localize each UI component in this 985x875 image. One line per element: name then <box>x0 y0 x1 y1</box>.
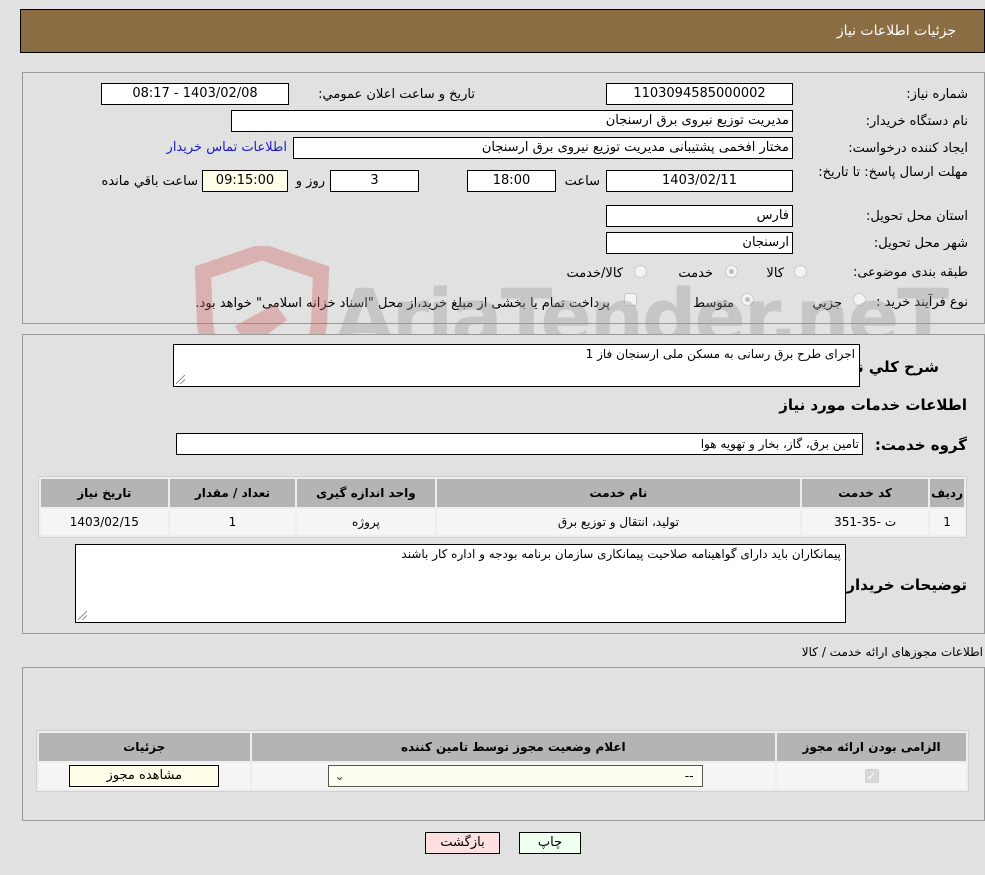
buyer-notes-textarea[interactable]: پیمانکاران باید دارای گواهینامه صلاحیت پ… <box>75 544 846 623</box>
deadline-label: مهلت ارسال پاسخ: تا تاریخ: <box>818 165 968 180</box>
view-permit-button[interactable]: مشاهده مجوز <box>69 765 220 787</box>
cell-quantity: 1 <box>169 509 296 535</box>
category-label: طبقه بندی موضوعی: <box>852 265 968 280</box>
cell-service-name: تولید، انتقال و توزیع برق <box>436 509 801 535</box>
announce-label: تاریخ و ساعت اعلان عمومي: <box>318 87 475 102</box>
services-table-header: ردیف کد خدمت نام خدمت واحد اندازه گیری ت… <box>41 479 964 507</box>
city-field: ارسنجان <box>606 232 793 254</box>
cell-unit: پروژه <box>297 509 435 535</box>
province-label: استان محل تحویل: <box>866 209 968 224</box>
services-section-title: اطلاعات خدمات مورد نیاز <box>779 396 967 414</box>
purchase-radio-minor[interactable] <box>853 293 866 306</box>
table-row: ✓ -- ⌄ مشاهده مجوز <box>39 763 966 789</box>
cell-need-date: 1403/02/15 <box>41 509 168 535</box>
print-button[interactable]: چاپ <box>519 832 581 854</box>
services-table: ردیف کد خدمت نام خدمت واحد اندازه گیری ت… <box>38 476 967 538</box>
permits-table-header: الزامی بودن ارائه مجوز اعلام وضعیت مجوز … <box>39 733 966 761</box>
col-permit-status: اعلام وضعیت مجوز توسط تامین کننده <box>251 733 776 761</box>
permit-status-value: -- <box>684 769 694 783</box>
cell-row: 1 <box>930 509 964 535</box>
table-row: 1 ت -35-351 تولید، انتقال و توزیع برق پر… <box>41 509 964 535</box>
cell-permit-required: ✓ <box>777 763 966 789</box>
city-label: شهر محل تحویل: <box>873 236 968 251</box>
announce-field: 1403/02/08 - 08:17 <box>101 83 289 105</box>
purchase-radio-medium[interactable] <box>741 293 754 306</box>
days-field: 3 <box>330 170 419 192</box>
col-service-name: نام خدمت <box>436 479 801 507</box>
buyer-contact-link[interactable]: اطلاعات تماس خریدار <box>167 140 287 155</box>
category-option-goods: کالا <box>766 266 784 281</box>
deadline-time-label: ساعت <box>564 174 600 189</box>
resize-grip-icon[interactable] <box>78 611 87 620</box>
page-header: جزئیات اطلاعات نیاز <box>20 9 985 53</box>
chevron-down-icon: ⌄ <box>334 769 345 783</box>
permit-required-checkbox: ✓ <box>864 769 879 783</box>
col-row: ردیف <box>930 479 964 507</box>
purchase-option-minor: جزیي <box>812 296 842 311</box>
page-title: جزئیات اطلاعات نیاز <box>836 23 956 39</box>
buyer-notes-label: توضیحات خریدار: <box>840 576 967 594</box>
buyer-notes-wrap: پیمانکاران باید دارای گواهینامه صلاحیت پ… <box>75 544 846 623</box>
days-label: روز و <box>295 174 325 189</box>
cell-permit-status: -- ⌄ <box>251 763 776 789</box>
deadline-date-field: 1403/02/11 <box>606 170 793 192</box>
permit-status-select[interactable]: -- ⌄ <box>327 765 703 787</box>
need-number-field: 1103094585000002 <box>606 83 793 105</box>
need-number-label: شماره نیاز: <box>906 87 968 102</box>
cell-service-code: ت -35-351 <box>802 509 929 535</box>
buyer-org-field: مدیریت توزیع نیروی برق ارسنجان <box>231 110 793 132</box>
creator-label: ایجاد کننده درخواست: <box>848 141 968 156</box>
purchase-option-medium: متوسط <box>693 296 734 311</box>
purchase-type-label: نوع فرآیند خرید : <box>876 295 968 310</box>
deadline-time-field: 18:00 <box>467 170 556 192</box>
category-option-service: خدمت <box>678 266 713 281</box>
service-group-label: گروه خدمت: <box>874 436 967 454</box>
col-permit-required: الزامی بودن ارائه مجوز <box>777 733 966 761</box>
col-unit: واحد اندازه گیری <box>297 479 435 507</box>
need-description-textarea[interactable]: اجرای طرح برق رسانی به مسکن ملی ارسنجان … <box>173 344 860 387</box>
buyer-org-label: نام دستگاه خریدار: <box>865 114 968 129</box>
need-description-wrap: اجرای طرح برق رسانی به مسکن ملی ارسنجان … <box>173 344 860 387</box>
category-radio-goods[interactable] <box>794 265 807 278</box>
cell-permit-details: مشاهده مجوز <box>39 763 250 789</box>
remaining-label: ساعت باقي مانده <box>101 174 198 189</box>
remaining-time-field: 09:15:00 <box>202 170 288 192</box>
permits-section-title: اطلاعات مجوزهای ارائه خدمت / کالا <box>801 645 983 659</box>
resize-grip-icon[interactable] <box>176 375 185 384</box>
category-radio-goods-service[interactable] <box>634 265 647 278</box>
treasury-checkbox[interactable] <box>624 293 637 306</box>
category-radio-service[interactable] <box>725 265 738 278</box>
category-option-goods-service: کالا/خدمت <box>566 266 623 281</box>
service-group-field: تامین برق، گاز، بخار و تهویه هوا <box>176 433 863 455</box>
col-need-date: تاریخ نیاز <box>41 479 168 507</box>
back-button[interactable]: بازگشت <box>425 832 500 854</box>
col-permit-details: جزئیات <box>39 733 250 761</box>
col-service-code: کد خدمت <box>802 479 929 507</box>
col-quantity: تعداد / مقدار <box>169 479 296 507</box>
creator-field: مختار افخمی پشتیبانی مدیریت توزیع نیروی … <box>293 137 793 159</box>
permits-table: الزامی بودن ارائه مجوز اعلام وضعیت مجوز … <box>36 730 969 792</box>
province-field: فارس <box>606 205 793 227</box>
